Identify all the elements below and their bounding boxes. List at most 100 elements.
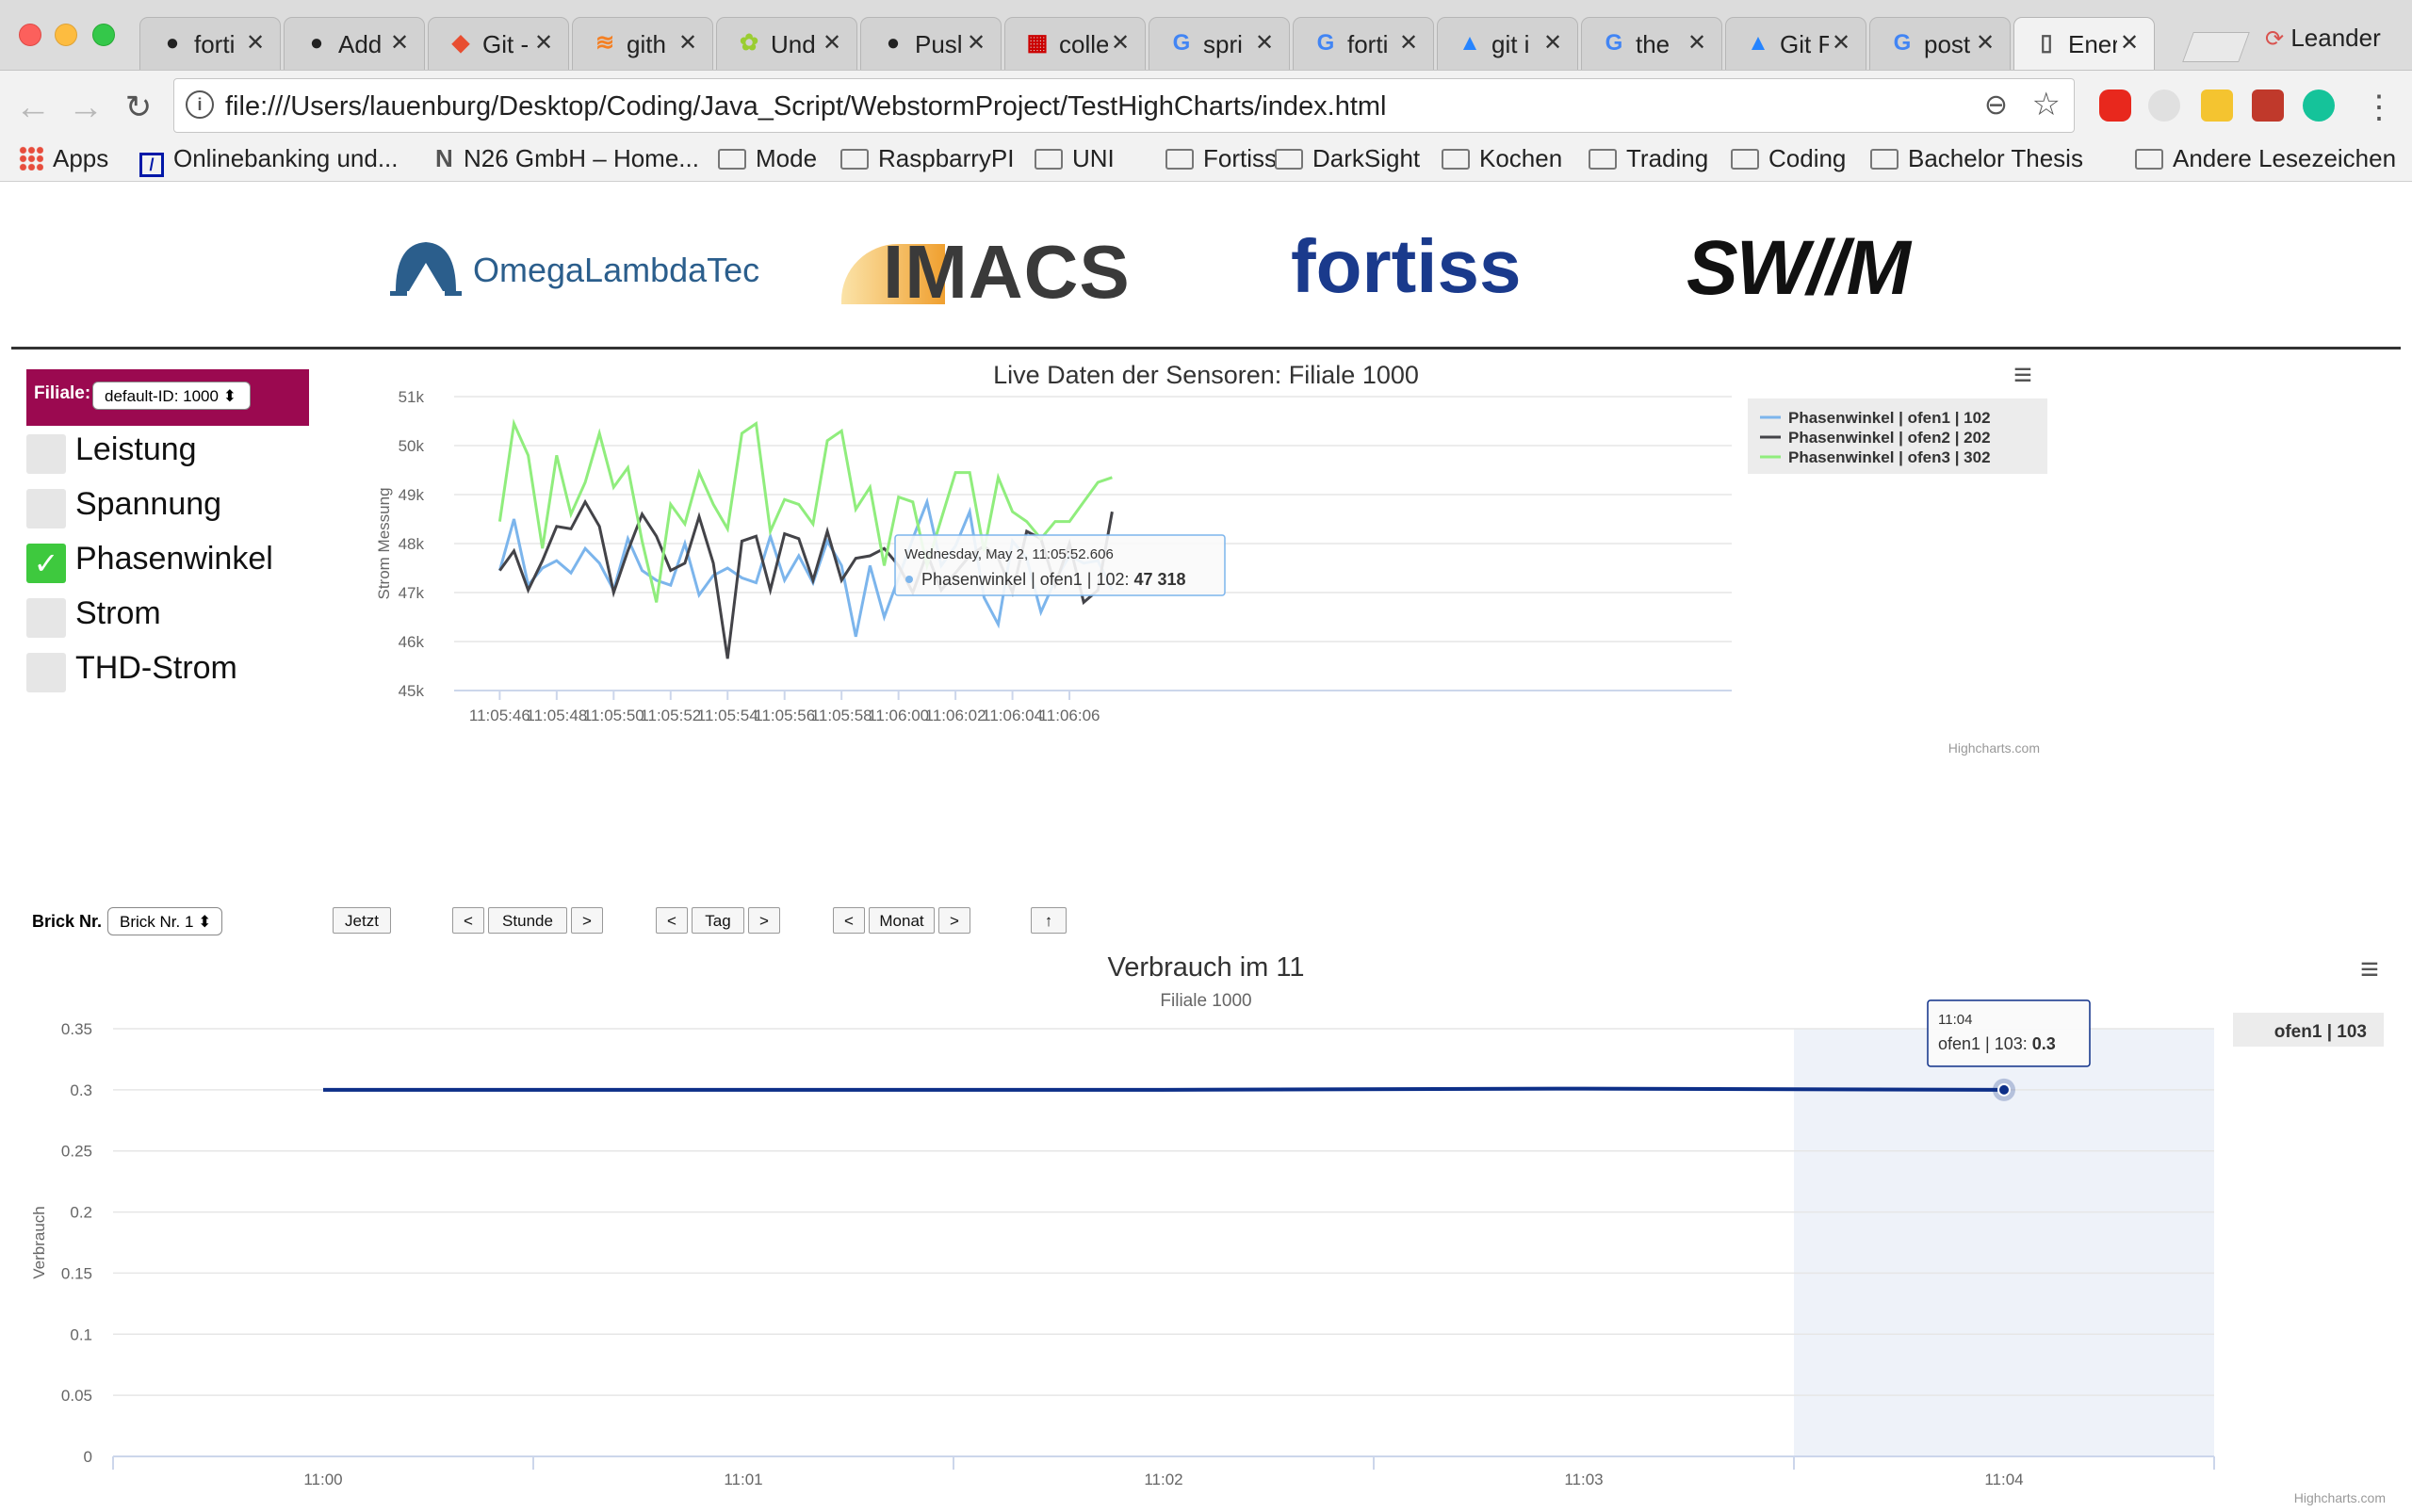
y-tick-label: 48k — [399, 535, 425, 553]
bookmark-item[interactable]: Andere Lesezeichen — [2135, 136, 2396, 181]
sensor-option-spannung[interactable]: Spannung — [26, 485, 309, 528]
checkbox[interactable]: ✓ — [26, 544, 66, 583]
tab-close-icon[interactable]: ✕ — [1396, 30, 1421, 57]
day-next-button[interactable]: > — [748, 907, 780, 934]
tooltip-header: 11:04 — [1938, 1012, 1972, 1028]
extension-icon-2[interactable] — [2148, 89, 2180, 122]
bookmark-item[interactable]: Mode — [718, 136, 817, 181]
checkbox[interactable] — [26, 489, 66, 528]
bookmark-item[interactable]: / Onlinebanking und... — [139, 136, 399, 181]
bookmark-item[interactable]: N N26 GmbH – Home... — [435, 136, 699, 181]
checkbox[interactable] — [26, 598, 66, 638]
tab-close-icon[interactable]: ✕ — [964, 30, 988, 57]
browser-tab[interactable]: ▲ Git F ✕ — [1725, 17, 1866, 70]
browser-tab[interactable]: ● Pusl ✕ — [860, 17, 1002, 70]
sensor-option-strom[interactable]: Strom — [26, 594, 309, 638]
hour-next-button[interactable]: > — [571, 907, 603, 934]
minimize-window-button[interactable] — [55, 24, 77, 46]
reload-button[interactable]: ↻ — [115, 84, 162, 131]
extension-icon-4[interactable] — [2252, 89, 2284, 122]
tab-close-icon[interactable]: ✕ — [1540, 30, 1565, 57]
x-tick-label: 11:06:04 — [982, 707, 1043, 724]
tab-close-icon[interactable]: ✕ — [1252, 30, 1277, 57]
day-prev-button[interactable]: < — [656, 907, 688, 934]
browser-tab[interactable]: ▦ colle ✕ — [1004, 17, 1146, 70]
browser-tab[interactable]: ≋ gith ✕ — [572, 17, 713, 70]
zoom-icon[interactable]: ⊖ — [1984, 90, 2008, 121]
tab-close-icon[interactable]: ✕ — [1973, 30, 1997, 57]
month-next-button[interactable]: > — [938, 907, 970, 934]
tab-close-icon[interactable]: ✕ — [676, 30, 700, 57]
now-button[interactable]: Jetzt — [333, 907, 391, 934]
forward-button[interactable]: → — [62, 84, 109, 131]
browser-tab[interactable]: Gpost ✕ — [1869, 17, 2011, 70]
series-line-1 — [323, 1086, 2005, 1092]
bookmark-item[interactable]: DarkSight — [1275, 136, 1420, 181]
hour-button[interactable]: Stunde — [488, 907, 567, 934]
up-button[interactable]: ↑ — [1031, 907, 1067, 934]
zoom-window-button[interactable] — [92, 24, 115, 46]
bookmark-star-icon[interactable]: ☆ — [2032, 89, 2061, 121]
browser-tab[interactable]: Gforti ✕ — [1293, 17, 1434, 70]
tab-close-icon[interactable]: ✕ — [820, 30, 844, 57]
bookmark-label: RaspbarryPI — [878, 144, 1015, 172]
bookmark-item[interactable]: Fortiss — [1165, 136, 1277, 181]
bookmark-item[interactable]: Kochen — [1442, 136, 1562, 181]
browser-tab[interactable]: ✿ Und ✕ — [716, 17, 857, 70]
y-tick-label: 0 — [84, 1448, 92, 1466]
checkbox[interactable] — [26, 434, 66, 474]
filiale-select[interactable]: default-ID: 1000 ⬍ — [92, 382, 251, 410]
bookmark-item[interactable]: UNI — [1035, 136, 1115, 181]
omegalambdatec-logo: OmegaLambdaTec — [386, 235, 763, 301]
back-button[interactable]: ← — [9, 84, 57, 131]
browser-toolbar: ← → ↻ i file:///Users/lauenburg/Desktop/… — [0, 71, 2412, 144]
bookmark-item[interactable]: Bachelor Thesis — [1870, 136, 2083, 181]
brick-select[interactable]: Brick Nr. 1 ⬍ — [107, 907, 222, 935]
tab-close-icon[interactable]: ✕ — [1685, 30, 1709, 57]
day-button[interactable]: Tag — [692, 907, 744, 934]
browser-tab[interactable]: ● forti ✕ — [139, 17, 281, 70]
tab-close-icon[interactable]: ✕ — [243, 30, 268, 57]
browser-menu-button[interactable]: ⋮ — [2355, 84, 2403, 131]
tab-close-icon[interactable]: ✕ — [531, 30, 556, 57]
checkbox[interactable] — [26, 653, 66, 692]
extension-icon-3[interactable] — [2201, 89, 2233, 122]
y-axis-title: Verbrauch — [30, 1206, 48, 1279]
bookmark-item[interactable]: Apps — [19, 136, 108, 181]
bookmark-item[interactable]: RaspbarryPI — [840, 136, 1015, 181]
bookmark-item[interactable]: Coding — [1731, 136, 1846, 181]
browser-tab[interactable]: ● Add ✕ — [284, 17, 425, 70]
sensor-option-leistung[interactable]: Leistung — [26, 431, 309, 474]
chart-menu-icon[interactable]: ≡ — [2013, 357, 2032, 393]
browser-tab[interactable]: ▯ Ener ✕ — [2013, 17, 2155, 70]
chart-menu-icon[interactable]: ≡ — [2360, 951, 2379, 987]
folder-icon — [2135, 149, 2163, 170]
browser-tab[interactable]: ▲ git i ✕ — [1437, 17, 1578, 70]
hour-prev-button[interactable]: < — [452, 907, 484, 934]
close-window-button[interactable] — [19, 24, 41, 46]
consumption-chart-svg: Verbrauch im 11 Filiale 1000 ≡ 0 0.05 0.1 0.15… — [30, 951, 2386, 1505]
new-tab-button[interactable] — [2182, 32, 2250, 62]
tab-close-icon[interactable]: ✕ — [387, 30, 412, 57]
tab-title: git i — [1491, 30, 1530, 58]
browser-tab[interactable]: Gspri ✕ — [1149, 17, 1290, 70]
browser-tab[interactable]: Gthe ✕ — [1581, 17, 1722, 70]
tab-close-icon[interactable]: ✕ — [1108, 30, 1133, 57]
tab-close-icon[interactable]: ✕ — [2117, 30, 2142, 57]
sensor-option-thd-strom[interactable]: THD-Strom — [26, 649, 309, 692]
adblock-extension-icon[interactable] — [2099, 89, 2131, 122]
profile-button[interactable]: ⟳ Leander — [2265, 21, 2381, 55]
grammarly-extension-icon[interactable] — [2303, 89, 2335, 122]
page-info-icon[interactable]: i — [186, 90, 214, 119]
swm-logo: SW//M — [1687, 230, 1969, 307]
google-icon: G — [1893, 30, 1912, 56]
bookmark-item[interactable]: Trading — [1589, 136, 1708, 181]
month-button[interactable]: Monat — [869, 907, 935, 934]
folder-icon — [1165, 149, 1194, 170]
tab-close-icon[interactable]: ✕ — [1829, 30, 1853, 57]
address-bar[interactable]: i file:///Users/lauenburg/Desktop/Coding… — [173, 78, 2075, 133]
browser-tab[interactable]: ◆ Git - ✕ — [428, 17, 569, 70]
y-axis-title: Strom Messung — [375, 487, 393, 599]
month-prev-button[interactable]: < — [833, 907, 865, 934]
sensor-option-phasenwinkel[interactable]: ✓ Phasenwinkel — [26, 540, 309, 583]
